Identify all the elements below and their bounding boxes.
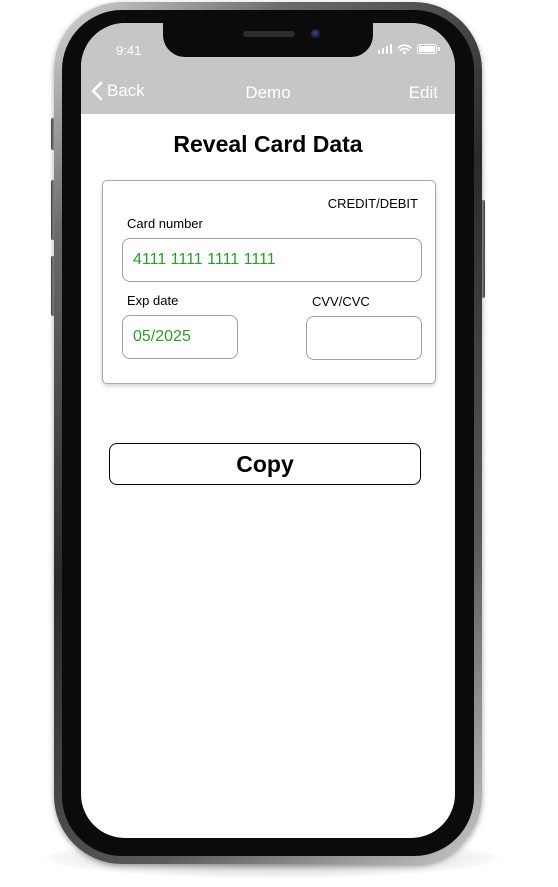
exp-date-field[interactable]: 05/2025 xyxy=(122,315,238,359)
card-number-value: 4111 1111 1111 1111 xyxy=(133,251,276,268)
cvv-field[interactable] xyxy=(306,316,422,360)
card-number-label: Card number xyxy=(127,216,203,231)
cvv-label: CVV/CVC xyxy=(312,294,370,309)
phone-screen: 9:41 Back Demo Edit Reveal Card Data CRE… xyxy=(81,23,455,838)
card-number-field[interactable]: 4111 1111 1111 1111 xyxy=(122,238,422,282)
edit-button[interactable]: Edit xyxy=(409,83,438,103)
speaker-grille xyxy=(243,31,295,37)
page-title: Reveal Card Data xyxy=(173,131,363,157)
copy-button[interactable]: Copy xyxy=(109,443,421,485)
nav-bar: Back Demo Edit xyxy=(81,78,455,108)
notch xyxy=(163,23,373,57)
status-icons xyxy=(377,43,440,55)
status-time: 9:41 xyxy=(116,43,142,58)
nav-title: Demo xyxy=(245,83,291,102)
exp-date-value: 05/2025 xyxy=(133,328,191,345)
battery-icon xyxy=(417,44,440,54)
exp-date-label: Exp date xyxy=(127,293,179,308)
card-type-label: CREDIT/DEBIT xyxy=(327,196,418,211)
front-camera xyxy=(311,29,321,39)
signal-icon xyxy=(377,44,392,54)
card-panel: CREDIT/DEBIT Card number 4111 1111 1111 … xyxy=(102,180,436,384)
wifi-icon xyxy=(397,44,412,54)
